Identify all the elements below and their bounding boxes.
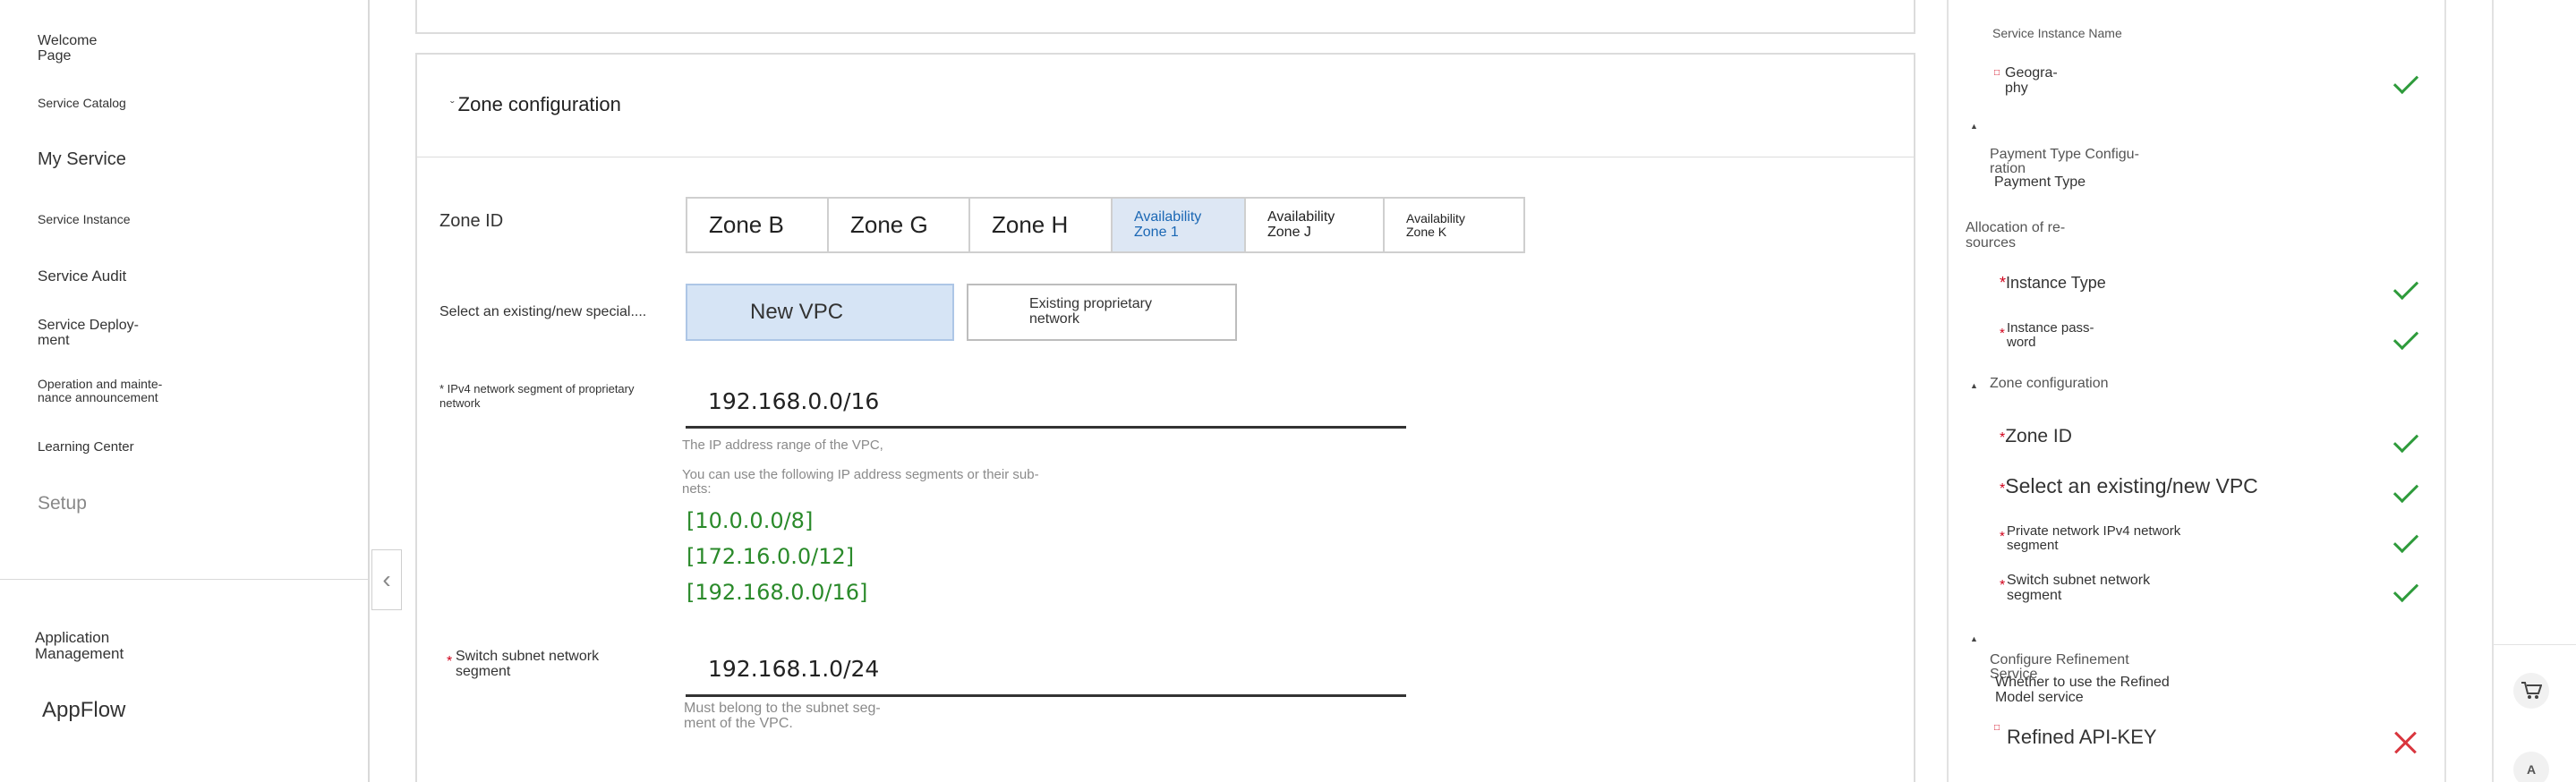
ipv4-input-underline [686, 426, 1406, 429]
collapse-triangle-icon: ▲ [1970, 122, 1978, 131]
nav-operation-announcement[interactable]: Operation and mainte- nance announcement [38, 378, 162, 404]
summary-zone-id-text: Zone ID [2005, 426, 2072, 446]
nav-application-management[interactable]: Application Management [35, 630, 124, 662]
utility-strip-border [2492, 0, 2494, 782]
summary-geography[interactable]: Geogra- phy [2005, 65, 2058, 97]
summary-refine-key[interactable]: Refined API-KEY [2007, 727, 2157, 747]
sidebar-divider [0, 579, 370, 580]
existing-network-option[interactable]: Existing proprietary network [967, 284, 1237, 341]
chevron-down-icon: ˇ [450, 98, 455, 114]
summary-section-allocation[interactable]: Allocation of re- sources [1966, 220, 2065, 251]
error-flag-icon: □ [1994, 723, 2000, 733]
summary-section-payment-text: Payment Type Configu- ration [1990, 146, 2139, 177]
ipv4-hint-range: The IP address range of the VPC, [682, 438, 883, 453]
zone-config-card [415, 53, 1915, 782]
left-sidebar: Welcome Page Service Catalog My Service … [0, 0, 370, 782]
sidebar-collapse-button[interactable]: ‹ [371, 549, 402, 610]
error-flag-icon: □ [1994, 68, 2000, 78]
chevron-left-icon: ‹ [382, 565, 391, 593]
switch-segment-label-text: Switch subnet network segment [456, 649, 600, 679]
error-x-icon [2393, 730, 2418, 755]
required-marker: * [2000, 326, 2005, 341]
ipv4-segment-label: * IPv4 network segment of proprietary ne… [439, 382, 635, 410]
nav-appflow[interactable]: AppFlow [42, 699, 125, 721]
summary-payment-type[interactable]: Payment Type [1994, 174, 2086, 191]
zone-config-title[interactable]: ˇ Zone configuration [450, 93, 621, 116]
summary-zone-id[interactable]: *Zone ID [2000, 426, 2072, 446]
zone-option-availability-1[interactable]: Availability Zone 1 [1113, 199, 1246, 251]
cart-button[interactable] [2513, 673, 2549, 709]
nav-learning-center[interactable]: Learning Center [38, 440, 134, 455]
utility-strip-divider [2492, 644, 2576, 645]
vpc-select-label: Select an existing/new special.... [439, 304, 647, 319]
required-marker: * [2000, 529, 2005, 544]
summary-instance-password[interactable]: * Instance pass- word [2000, 321, 2094, 350]
summary-instance-password-text: Instance pass- word [2007, 320, 2094, 350]
previous-card [415, 0, 1915, 34]
zone-option-availability-k[interactable]: Availability Zone K [1385, 199, 1523, 251]
zone-option-g[interactable]: Zone G [829, 199, 970, 251]
nav-service-instance[interactable]: Service Instance [38, 213, 131, 226]
summary-refine-question[interactable]: Whether to use the Refined Model service [1995, 675, 2170, 706]
collapse-triangle-icon: ▲ [1970, 381, 1978, 390]
cart-icon [2521, 682, 2542, 699]
nav-welcome-page[interactable]: Welcome Page [38, 33, 97, 64]
nav-service-deployment[interactable]: Service Deploy- ment [38, 318, 139, 349]
required-marker: * [447, 654, 453, 669]
right-utility-strip [2448, 0, 2576, 782]
nav-service-catalog[interactable]: Service Catalog [38, 97, 126, 110]
nav-my-service[interactable]: My Service [38, 150, 126, 169]
nav-service-audit[interactable]: Service Audit [38, 268, 126, 285]
zone-config-title-text: Zone configuration [457, 93, 621, 115]
zone-selector: Zone B Zone G Zone H Availability Zone 1… [686, 197, 1525, 253]
summary-section-payment[interactable]: ▲ Payment Type Configu- ration [1970, 117, 2139, 177]
cidr-option: [172.16.0.0/12] [687, 544, 855, 569]
switch-hint: Must belong to the subnet seg- ment of t… [684, 701, 881, 731]
app-icon[interactable]: A [2513, 752, 2549, 782]
summary-instance-type[interactable]: *Instance Type [2000, 275, 2106, 292]
summary-switch-segment[interactable]: * Switch subnet network segment [2000, 573, 2151, 604]
collapse-triangle-icon: ▲ [1970, 634, 1978, 643]
required-marker: * [2000, 274, 2007, 292]
ipv4-hint-segments: You can use the following IP address seg… [682, 467, 1039, 497]
summary-private-segment[interactable]: * Private network IPv4 network segment [2000, 524, 2180, 553]
cidr-option: [192.168.0.0/16] [687, 580, 868, 605]
summary-service-instance-name: Service Instance Name [1992, 26, 2122, 40]
switch-input-underline [686, 694, 1406, 697]
zone-option-availability-j[interactable]: Availability Zone J [1246, 199, 1385, 251]
summary-private-segment-text: Private network IPv4 network segment [2007, 523, 2181, 553]
cidr-option: [10.0.0.0/8] [687, 508, 814, 533]
summary-select-vpc-text: Select an existing/new VPC [2005, 474, 2258, 497]
zone-id-label: Zone ID [439, 211, 504, 231]
nav-setup[interactable]: Setup [38, 493, 87, 514]
summary-select-vpc[interactable]: *Select an existing/new VPC [2000, 475, 2258, 497]
required-marker: * [2000, 578, 2006, 593]
switch-segment-label: * Switch subnet network segment [439, 649, 600, 680]
ipv4-segment-input[interactable]: 192.168.0.0/16 [708, 388, 879, 414]
new-vpc-option[interactable]: New VPC [686, 284, 954, 341]
summary-instance-type-text: Instance Type [2006, 274, 2106, 292]
summary-switch-segment-text: Switch subnet network segment [2007, 573, 2151, 603]
switch-segment-input[interactable]: 192.168.1.0/24 [708, 656, 879, 682]
zone-option-h[interactable]: Zone H [970, 199, 1113, 251]
summary-section-zone-text: Zone configuration [1990, 376, 2109, 391]
zone-option-b[interactable]: Zone B [687, 199, 829, 251]
summary-section-zone[interactable]: ▲ Zone configuration [1970, 376, 2109, 392]
